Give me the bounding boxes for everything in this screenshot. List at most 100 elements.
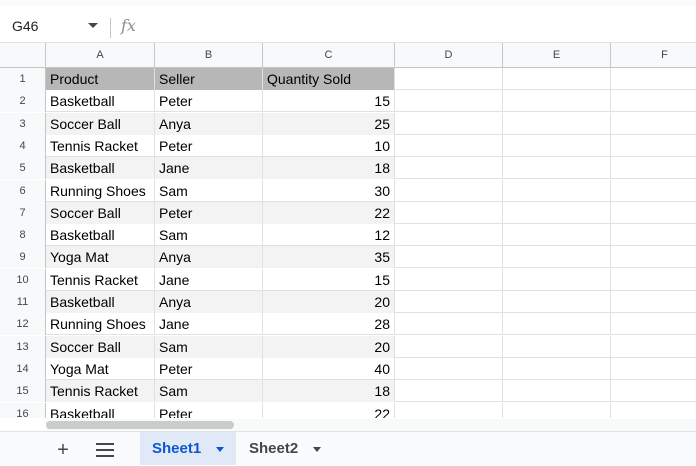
cell-empty[interactable]	[611, 269, 696, 291]
cell-product[interactable]: Running Shoes	[46, 179, 155, 202]
cell-empty[interactable]	[395, 313, 503, 336]
row-header[interactable]: 5	[0, 157, 46, 180]
cell-empty[interactable]	[611, 90, 696, 112]
cell-empty[interactable]	[395, 157, 503, 180]
cell-product[interactable]: Soccer Ball	[46, 201, 155, 224]
name-box-dropdown-icon[interactable]	[88, 23, 98, 28]
chevron-down-icon[interactable]	[313, 447, 321, 452]
cell-seller[interactable]: Jane	[155, 157, 263, 180]
cell-product[interactable]: Yoga Mat	[46, 246, 155, 269]
cell-header-quantity[interactable]: Quantity Sold	[263, 68, 395, 90]
cell-empty[interactable]	[503, 246, 611, 269]
cell-empty[interactable]	[611, 291, 696, 313]
cell-product[interactable]: Soccer Ball	[46, 112, 155, 135]
cell-quantity[interactable]: 28	[263, 313, 395, 336]
cell-empty[interactable]	[611, 135, 696, 157]
cell-quantity[interactable]: 25	[263, 112, 395, 135]
cell-empty[interactable]	[611, 180, 696, 202]
cell-product[interactable]: Basketball	[46, 90, 155, 113]
cell-empty[interactable]	[503, 357, 611, 380]
cell-empty[interactable]	[395, 291, 503, 313]
cell-empty[interactable]	[395, 402, 503, 418]
cell-empty[interactable]	[503, 157, 611, 180]
cell-seller[interactable]: Peter	[155, 90, 263, 113]
cell-quantity[interactable]: 22	[263, 402, 395, 418]
cell-seller[interactable]: Sam	[155, 179, 263, 202]
cell-empty[interactable]	[503, 380, 611, 403]
cell-empty[interactable]	[395, 357, 503, 380]
row-header[interactable]: 4	[0, 134, 46, 157]
cell-product[interactable]: Tennis Racket	[46, 268, 155, 291]
row-header[interactable]: 6	[0, 179, 46, 202]
column-header-b[interactable]: B	[155, 43, 263, 67]
cell-quantity[interactable]: 10	[263, 134, 395, 157]
cell-empty[interactable]	[395, 112, 503, 135]
row-header[interactable]: 3	[0, 112, 46, 135]
cell-seller[interactable]: Sam	[155, 380, 263, 403]
cell-quantity[interactable]: 30	[263, 179, 395, 202]
cell-product[interactable]: Basketball	[46, 402, 155, 418]
cell-empty[interactable]	[395, 134, 503, 157]
chevron-down-icon[interactable]	[216, 447, 224, 452]
row-header[interactable]: 8	[0, 224, 46, 247]
cell-seller[interactable]: Jane	[155, 313, 263, 336]
cell-quantity[interactable]: 18	[263, 380, 395, 403]
scrollbar-thumb[interactable]	[46, 421, 234, 429]
cell-product[interactable]: Basketball	[46, 291, 155, 313]
cell-seller[interactable]: Jane	[155, 268, 263, 291]
cell-empty[interactable]	[611, 113, 696, 135]
cell-empty[interactable]	[503, 201, 611, 224]
cell-empty[interactable]	[503, 68, 611, 90]
row-header[interactable]: 15	[0, 380, 46, 403]
row-header[interactable]: 11	[0, 291, 46, 313]
row-header[interactable]: 13	[0, 335, 46, 358]
cell-seller[interactable]: Peter	[155, 134, 263, 157]
cell-empty[interactable]	[503, 112, 611, 135]
row-header[interactable]: 12	[0, 313, 46, 336]
horizontal-scrollbar[interactable]	[46, 419, 696, 431]
column-header-f[interactable]: F	[611, 43, 696, 67]
column-header-d[interactable]: D	[395, 43, 503, 67]
cell-empty[interactable]	[395, 380, 503, 403]
cell-empty[interactable]	[395, 268, 503, 291]
cell-empty[interactable]	[395, 179, 503, 202]
row-header[interactable]: 14	[0, 357, 46, 380]
cell-product[interactable]: Tennis Racket	[46, 134, 155, 157]
cell-empty[interactable]	[395, 68, 503, 90]
row-header[interactable]: 9	[0, 246, 46, 269]
cell-header-seller[interactable]: Seller	[155, 68, 263, 90]
row-header[interactable]: 16	[0, 402, 46, 418]
cell-empty[interactable]	[503, 335, 611, 358]
row-header[interactable]: 2	[0, 90, 46, 113]
cell-empty[interactable]	[395, 224, 503, 247]
cell-empty[interactable]	[611, 224, 696, 246]
cell-quantity[interactable]: 35	[263, 246, 395, 269]
row-header[interactable]: 7	[0, 201, 46, 224]
column-header-a[interactable]: A	[46, 43, 155, 67]
cell-empty[interactable]	[611, 68, 696, 90]
row-header[interactable]: 10	[0, 268, 46, 291]
cell-seller[interactable]: Peter	[155, 357, 263, 380]
cell-empty[interactable]	[503, 224, 611, 247]
cell-quantity[interactable]: 40	[263, 357, 395, 380]
select-all-corner[interactable]	[0, 43, 46, 67]
cell-empty[interactable]	[395, 201, 503, 224]
cell-empty[interactable]	[503, 313, 611, 336]
cell-empty[interactable]	[611, 246, 696, 268]
cell-empty[interactable]	[611, 202, 696, 224]
cell-empty[interactable]	[503, 179, 611, 202]
cell-empty[interactable]	[611, 380, 696, 402]
cell-product[interactable]: Basketball	[46, 224, 155, 247]
cell-quantity[interactable]: 20	[263, 291, 395, 313]
row-header[interactable]: 1	[0, 68, 46, 90]
column-header-c[interactable]: C	[263, 43, 395, 67]
cell-empty[interactable]	[611, 336, 696, 358]
cell-seller[interactable]: Sam	[155, 224, 263, 247]
cell-quantity[interactable]: 22	[263, 201, 395, 224]
cell-quantity[interactable]: 20	[263, 335, 395, 358]
cell-seller[interactable]: Peter	[155, 201, 263, 224]
name-box[interactable]: G46	[10, 13, 105, 39]
cell-seller[interactable]: Anya	[155, 246, 263, 269]
cell-empty[interactable]	[395, 335, 503, 358]
cell-quantity[interactable]: 12	[263, 224, 395, 247]
